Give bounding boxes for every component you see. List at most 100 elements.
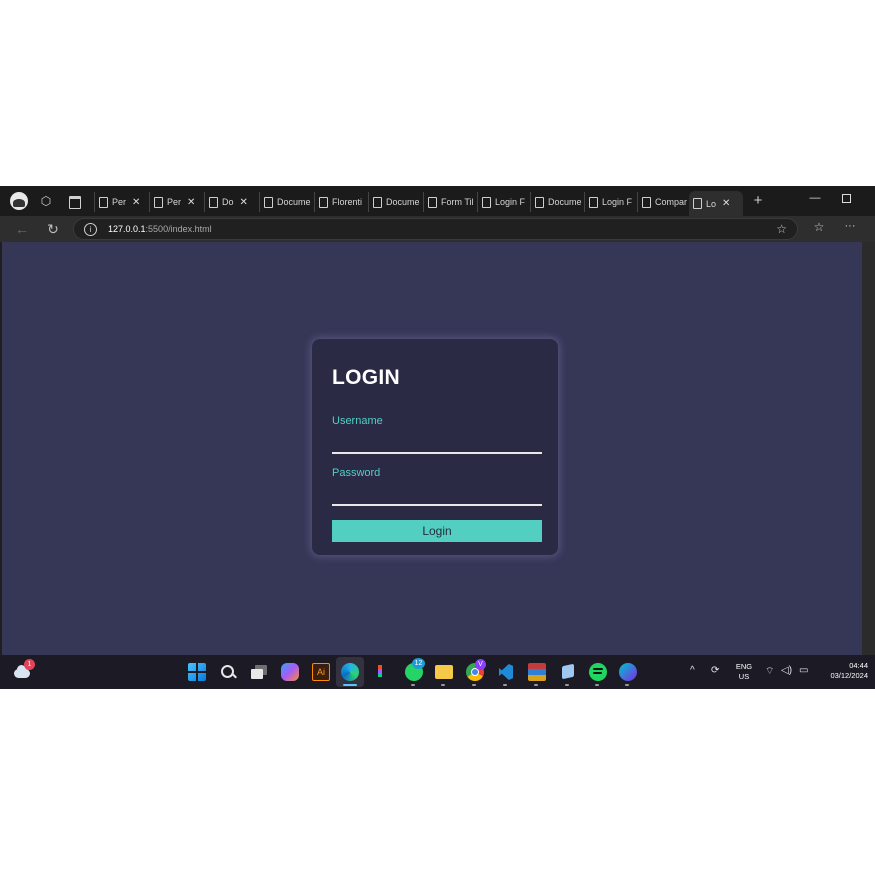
taskbar: 1 Ai 12 V ^ ⟳ ENG US ⌔ ◁) ▭ 04:44 03/12/… (0, 655, 875, 689)
search-icon[interactable] (219, 663, 237, 681)
document-icon (319, 196, 328, 208)
username-input[interactable] (332, 436, 542, 454)
figma-icon[interactable] (378, 663, 386, 681)
url-path: :5500/index.html (145, 224, 212, 234)
login-card: LOGIN Username Password Login (312, 339, 558, 555)
workspaces-icon[interactable]: ⬡ (38, 193, 54, 209)
document-icon (373, 196, 382, 208)
document-icon (693, 198, 702, 209)
running-indicator (411, 684, 415, 686)
canva-icon[interactable] (619, 663, 637, 681)
weather-badge: 1 (24, 659, 35, 670)
browser-tab[interactable]: Docume (259, 192, 313, 212)
wifi-icon[interactable]: ⌔ (765, 665, 774, 678)
task-view-icon[interactable] (250, 663, 268, 681)
document-icon (482, 196, 491, 208)
show-hidden-icons-chevron-icon[interactable]: ^ (690, 665, 695, 676)
weather-icon[interactable]: 1 (12, 659, 35, 679)
tab-label: Compar (655, 197, 688, 207)
more-options-icon[interactable]: ··· (842, 220, 858, 232)
maximize-button[interactable] (837, 192, 855, 205)
tab-label: Do (222, 197, 234, 207)
favorite-star-icon[interactable]: ☆ (776, 222, 787, 236)
password-label: Password (332, 467, 381, 479)
virtualbox-icon[interactable] (559, 663, 577, 681)
close-tab-icon[interactable]: ✕ (722, 198, 730, 209)
password-input[interactable] (332, 488, 542, 506)
username-label: Username (332, 415, 383, 427)
minimize-button[interactable]: — (806, 192, 824, 204)
illustrator-icon[interactable]: Ai (312, 663, 330, 681)
tab-label: Docume (548, 197, 582, 207)
browser-tab[interactable]: Per ✕ (149, 192, 201, 212)
document-icon (428, 196, 437, 208)
tab-label: Docume (277, 197, 311, 207)
favorites-icon[interactable]: ☆ (811, 220, 827, 234)
chrome-badge: V (475, 659, 486, 670)
login-button[interactable]: Login (332, 520, 542, 542)
screenshot: ⬡ Per ✕ Per ✕ Do ✕ Docume Florenti Docume Form Ti… (0, 186, 875, 689)
browser-tab[interactable]: Compar (637, 192, 689, 212)
running-indicator (441, 684, 445, 686)
file-explorer-icon[interactable] (435, 665, 453, 679)
running-indicator (534, 684, 538, 686)
running-indicator (565, 684, 569, 686)
document-icon (154, 196, 163, 208)
tab-label: Lo (706, 198, 717, 209)
language-code: ENG (735, 662, 753, 671)
document-icon (642, 196, 651, 208)
document-icon (264, 196, 273, 208)
refresh-icon[interactable]: ↻ (44, 220, 62, 238)
browser-tab[interactable]: Per ✕ (94, 192, 146, 212)
browser-tab[interactable]: Docume (530, 192, 583, 212)
clock[interactable]: 04:44 03/12/2024 (818, 661, 868, 681)
battery-icon[interactable]: ▭ (799, 665, 808, 676)
browser-tab[interactable]: Florenti (314, 192, 366, 212)
browser-tab[interactable]: Docume (368, 192, 421, 212)
running-indicator (503, 684, 507, 686)
browser-tab[interactable]: Login F (477, 192, 529, 212)
input-language[interactable]: ENG US (732, 662, 756, 682)
close-tab-icon[interactable]: ✕ (187, 197, 195, 208)
sync-icon[interactable]: ⟳ (711, 665, 719, 676)
spotify-icon[interactable] (589, 663, 607, 681)
page-viewport: LOGIN Username Password Login (2, 242, 862, 655)
tab-label: Florenti (332, 197, 363, 207)
browser-tab[interactable]: Lo ✕ (689, 191, 743, 216)
browser-tab[interactable]: Login F (584, 192, 636, 212)
clock-date: 03/12/2024 (830, 671, 868, 680)
document-icon (99, 196, 108, 208)
tab-strip: ⬡ Per ✕ Per ✕ Do ✕ Docume Florenti Docume Form Ti… (0, 186, 875, 216)
vscode-icon[interactable] (496, 663, 514, 681)
url-host: 127.0.0.1 (108, 224, 146, 234)
browser-tab[interactable]: Form Til (423, 192, 475, 212)
region-code: US (738, 672, 750, 681)
url-field[interactable]: i 127.0.0.1:5500/index.html ☆ (73, 218, 798, 240)
copilot-icon[interactable] (281, 663, 299, 681)
windows-start-icon[interactable] (188, 663, 206, 681)
document-icon (589, 196, 598, 208)
tab-label: Login F (495, 197, 526, 207)
close-tab-icon[interactable]: ✕ (132, 197, 140, 208)
winrar-icon[interactable] (528, 663, 546, 681)
clock-time: 04:44 (849, 661, 868, 670)
active-indicator (343, 684, 357, 686)
site-info-icon[interactable]: i (84, 223, 97, 236)
login-title: LOGIN (332, 366, 400, 389)
close-tab-icon[interactable]: ✕ (240, 197, 248, 208)
tab-actions-icon[interactable] (67, 193, 83, 209)
new-tab-button[interactable]: + (750, 193, 766, 209)
chrome-icon[interactable]: V (466, 659, 486, 681)
tab-label: Per (112, 197, 127, 207)
running-indicator (472, 684, 476, 686)
address-bar-row: ← ↻ i 127.0.0.1:5500/index.html ☆ ☆ ··· (0, 216, 875, 242)
browser-tab[interactable]: Do ✕ (204, 192, 256, 212)
back-arrow-icon[interactable]: ← (13, 220, 31, 238)
document-icon (535, 196, 544, 208)
vertical-scrollbar[interactable] (862, 242, 875, 655)
whatsapp-badge: 12 (412, 658, 425, 669)
volume-icon[interactable]: ◁) (781, 665, 792, 676)
edge-icon[interactable] (341, 663, 359, 681)
profile-avatar-icon[interactable] (10, 192, 28, 210)
whatsapp-icon[interactable]: 12 (405, 658, 425, 681)
